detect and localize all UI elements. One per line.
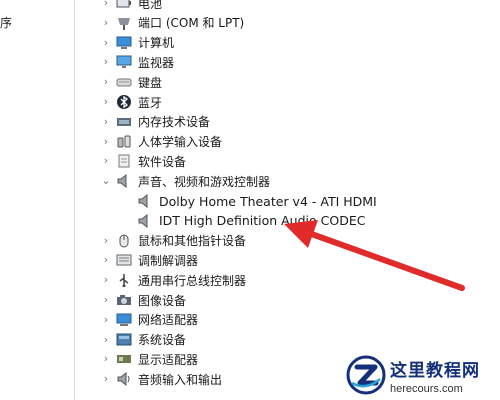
camera-icon — [116, 293, 132, 307]
chevron-down-icon[interactable]: ⌄ — [101, 175, 111, 187]
keyboard-icon — [116, 75, 132, 89]
tree-item[interactable]: › 系统设备 — [75, 330, 186, 350]
tree-item-label: 显示适配器 — [138, 352, 199, 367]
tree-item[interactable]: › 人体学输入设备 — [75, 132, 222, 152]
speaker-icon — [137, 194, 153, 208]
watermark: 这里教程网 herecours.com — [346, 352, 496, 398]
computer-icon — [116, 36, 132, 50]
tree-item[interactable]: › 音频输入和输出 — [75, 369, 222, 389]
tree-item-label: 键盘 — [138, 75, 163, 90]
tree-item[interactable]: › 图像设备 — [75, 290, 186, 310]
usb-icon — [116, 273, 132, 288]
left-pane: 序 — [0, 0, 74, 400]
chevron-right-icon[interactable]: › — [101, 274, 111, 286]
tree-item-label: 计算机 — [138, 36, 175, 51]
display-adapter-icon — [116, 352, 132, 366]
tree-item-label: 通用串行总线控制器 — [138, 273, 247, 288]
tree-item[interactable]: › 键盘 — [75, 72, 162, 92]
chevron-right-icon[interactable]: › — [101, 333, 111, 346]
left-pane-text: 序 — [0, 16, 13, 30]
bluetooth-icon — [116, 95, 132, 109]
tree-item-label: 人体学输入设备 — [138, 135, 223, 150]
chevron-right-icon[interactable]: › — [101, 155, 111, 167]
tree-item-label: 声音、视频和游戏控制器 — [138, 174, 271, 189]
tree-item[interactable]: ⌄ 声音、视频和游戏控制器 — [75, 171, 270, 191]
chevron-right-icon[interactable]: › — [101, 373, 111, 385]
tree-child-item[interactable]: Dolby Home Theater v4 - ATI HDMI — [75, 191, 377, 211]
tree-child-label: Dolby Home Theater v4 - ATI HDMI — [159, 193, 377, 209]
battery-icon — [116, 0, 132, 10]
watermark-domain: herecours.com — [390, 382, 463, 395]
software-device-icon — [116, 154, 132, 168]
chevron-right-icon[interactable]: › — [101, 313, 111, 326]
chevron-right-icon[interactable]: › — [101, 0, 111, 9]
tree-item-label: 鼠标和其他指针设备 — [138, 234, 247, 249]
tree-item[interactable]: › 通用串行总线控制器 — [75, 270, 246, 290]
chevron-right-icon[interactable]: › — [101, 36, 111, 49]
tree-item-label: 系统设备 — [138, 333, 187, 348]
tree-item-label: 监视器 — [138, 55, 175, 70]
chevron-right-icon[interactable]: › — [101, 254, 111, 266]
tree-item[interactable]: › 软件设备 — [75, 151, 186, 171]
tree-item[interactable]: › 电池 — [75, 0, 162, 13]
speaker-icon — [116, 174, 132, 189]
tree-item[interactable]: › 端口 (COM 和 LPT) — [75, 13, 244, 33]
audio-io-icon — [116, 372, 132, 387]
tree-item-label: 网络适配器 — [138, 313, 199, 328]
device-tree: › 电池 › 端口 (COM 和 LPT) › 计算机 › 监视器 › 键盘 › 蓝牙 › 内存技术设备 ›… — [75, 0, 500, 400]
mouse-icon — [116, 234, 132, 248]
tree-item-label: 蓝牙 — [138, 95, 163, 110]
chevron-right-icon[interactable]: › — [101, 16, 111, 29]
system-device-icon — [116, 333, 132, 347]
chevron-right-icon[interactable]: › — [101, 353, 111, 365]
tree-item[interactable]: › 内存技术设备 — [75, 112, 210, 132]
chevron-right-icon[interactable]: › — [101, 294, 111, 306]
tree-item-label: 调制解调器 — [138, 253, 199, 268]
tree-item[interactable]: › 蓝牙 — [75, 92, 162, 112]
chevron-right-icon[interactable]: › — [101, 76, 111, 88]
tree-item-label: 软件设备 — [138, 154, 187, 169]
tree-item[interactable]: › 网络适配器 — [75, 310, 198, 330]
tree-item-label: 电池 — [138, 0, 163, 11]
tree-item-label: 图像设备 — [138, 293, 187, 308]
monitor-icon — [116, 55, 132, 69]
hid-icon — [116, 135, 132, 149]
tree-item-label: 内存技术设备 — [138, 115, 211, 130]
watermark-logo-icon — [346, 355, 386, 395]
chevron-right-icon[interactable]: › — [101, 234, 111, 247]
chevron-right-icon[interactable]: › — [101, 56, 111, 68]
network-adapter-icon — [116, 313, 132, 327]
port-icon — [116, 16, 132, 30]
tree-item-label: 音频输入和输出 — [138, 372, 223, 387]
memory-device-icon — [116, 115, 132, 129]
tree-item[interactable]: › 调制解调器 — [75, 250, 198, 270]
chevron-right-icon[interactable]: › — [101, 115, 111, 128]
modem-icon — [116, 253, 132, 267]
tree-child-label: IDT High Definition Audio CODEC — [159, 213, 366, 229]
tree-item[interactable]: › 计算机 — [75, 33, 174, 53]
tree-item[interactable]: › 显示适配器 — [75, 349, 198, 369]
tree-item-label: 端口 (COM 和 LPT) — [138, 16, 245, 31]
chevron-right-icon[interactable]: › — [101, 96, 111, 108]
tree-child-item[interactable]: IDT High Definition Audio CODEC — [75, 211, 365, 231]
speaker-icon — [137, 213, 153, 228]
chevron-right-icon[interactable]: › — [101, 135, 111, 148]
watermark-title: 这里教程网 — [390, 360, 480, 381]
tree-item[interactable]: › 监视器 — [75, 52, 174, 72]
tree-item[interactable]: › 鼠标和其他指针设备 — [75, 231, 246, 251]
